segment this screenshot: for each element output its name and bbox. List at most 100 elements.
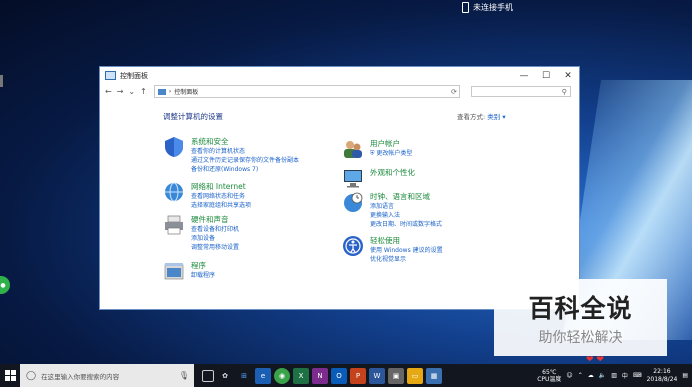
category-ease-of-access: 轻松使用 使用 Windows 建议的设置 优化视觉显示 (342, 235, 443, 264)
chevron-down-icon[interactable]: ⌄ (128, 87, 135, 96)
microphone-icon[interactable]: 🎙 (179, 371, 189, 380)
view-by-dropdown[interactable]: 类别 ▾ (487, 113, 505, 121)
category-programs: 程序 卸载程序 (163, 260, 215, 282)
decorative-hearts: ❤ ❤ (586, 355, 604, 365)
category-link[interactable]: 查看你的计算机状态 (191, 147, 299, 156)
category-link[interactable]: 使用 Windows 建议的设置 (370, 246, 443, 255)
watermark: 百科全说 助你轻松解决 (494, 279, 667, 356)
volume-icon[interactable]: 🔈 (599, 372, 606, 379)
title-bar: 控制面板 — ☐ ✕ (100, 67, 579, 84)
refresh-icon[interactable]: ⟳ (451, 88, 459, 96)
category-link[interactable]: 调整常用移动设置 (191, 243, 239, 252)
category-link[interactable]: 添加语言 (370, 202, 442, 211)
category-link[interactable]: 更改日期、时间或数字格式 (370, 220, 442, 229)
category-title[interactable]: 用户帐户 (370, 138, 412, 149)
clock-time: 22:16 (653, 367, 671, 375)
category-link[interactable]: 更换输入法 (370, 211, 442, 220)
powerpoint-icon[interactable]: P (350, 367, 366, 384)
breadcrumb[interactable]: 控制面板 (174, 87, 198, 96)
category-title[interactable]: 硬件和声音 (191, 214, 239, 225)
category-title[interactable]: 系统和安全 (191, 136, 299, 147)
notification-icon[interactable]: ▤ (682, 372, 688, 379)
file-explorer-icon[interactable]: ▭ (407, 367, 423, 384)
category-link[interactable]: 选择家庭组和共享选项 (191, 201, 251, 210)
taskbar-search-input[interactable]: ◯ 在这里输入你要搜索的内容 🎙 (20, 364, 194, 387)
cloud-icon[interactable]: ☁ (588, 372, 594, 379)
outlook-icon[interactable]: O (331, 367, 347, 384)
control-panel-window: 控制面板 — ☐ ✕ ← → ⌄ ↑ › 控制面板 ⟳ ⚲ 调整计算机的设置 查… (99, 66, 580, 310)
ime-indicator[interactable]: 中 (622, 371, 628, 380)
word-icon[interactable]: W (369, 367, 385, 384)
windows-app-icon[interactable]: ⊞ (236, 368, 252, 384)
edge-handle[interactable] (0, 75, 3, 87)
maximize-button[interactable]: ☐ (535, 71, 557, 81)
category-link[interactable]: 查看设备和打印机 (191, 225, 239, 234)
cpu-temp-label: CPU温度 (537, 375, 562, 383)
taskbar-search-placeholder: 在这里输入你要搜索的内容 (41, 372, 120, 381)
control-panel-taskbar-icon[interactable]: ▦ (426, 367, 442, 384)
keyboard-icon[interactable]: ⌨ (633, 372, 642, 379)
side-widget[interactable]: ● (0, 276, 10, 294)
folder-icon (157, 88, 166, 95)
edge-icon[interactable]: e (255, 367, 271, 384)
taskbar: ◯ 在这里输入你要搜索的内容 🎙 ✿ ⊞ e ◉ X N O P W ▣ ▭ ▦… (0, 364, 692, 387)
window-title: 控制面板 (120, 71, 148, 80)
category-title[interactable]: 程序 (191, 260, 215, 271)
phone-status-text: 未连接手机 (473, 2, 513, 12)
globe-clock-icon (344, 192, 363, 212)
users-icon (344, 141, 362, 158)
page-title: 调整计算机的设置 (163, 112, 223, 121)
network-icon (165, 182, 183, 202)
cpu-temp[interactable]: 65℃ CPU温度 (537, 369, 561, 383)
clock[interactable]: 22:16 2018/8/24 (647, 368, 678, 384)
excel-icon[interactable]: X (293, 367, 309, 384)
category-link[interactable]: 卸载程序 (191, 271, 215, 280)
start-button[interactable] (0, 364, 20, 387)
clock-date: 2018/8/24 (646, 375, 678, 383)
category-clock-language: 时钟、语言和区域 添加语言 更换输入法 更改日期、时间或数字格式 (342, 191, 442, 229)
accessibility-icon (343, 236, 363, 256)
person-icon[interactable]: ☺ (566, 372, 572, 379)
programs-icon (164, 263, 184, 280)
category-link[interactable]: ⛨ 更改帐户类型 (370, 149, 412, 158)
category-title[interactable]: 网络和 Internet (191, 181, 251, 192)
search-icon[interactable]: ⚲ (562, 88, 567, 96)
category-link[interactable]: 通过文件历史记录保存你的文件备份副本 (191, 156, 299, 165)
category-user-accounts: 用户帐户 ⛨ 更改帐户类型 (342, 138, 412, 160)
address-bar[interactable]: › 控制面板 ⟳ (153, 85, 460, 98)
search-icon: ◯ (26, 370, 37, 381)
category-hardware-sound: 硬件和声音 查看设备和打印机 添加设备 调整常用移动设置 (163, 214, 239, 252)
breadcrumb-separator-icon: › (168, 88, 172, 95)
green-app-icon[interactable]: ◉ (274, 367, 290, 384)
onenote-icon[interactable]: N (312, 367, 328, 384)
category-title[interactable]: 轻松使用 (370, 235, 443, 246)
search-input[interactable]: ⚲ (470, 86, 571, 97)
photos-icon[interactable]: ▣ (388, 367, 404, 384)
shield-icon (165, 137, 183, 157)
category-system-security: 系统和安全 查看你的计算机状态 通过文件历史记录保存你的文件备份副本 备份和还原… (163, 136, 299, 174)
close-button[interactable]: ✕ (557, 71, 579, 81)
watermark-title: 百科全说 (528, 293, 633, 323)
task-view-icon[interactable] (202, 369, 214, 382)
printer-icon (165, 215, 183, 235)
view-by-label: 查看方式: (457, 113, 486, 121)
control-panel-icon (105, 71, 116, 80)
monitor-icon (344, 170, 362, 188)
category-link[interactable]: 优化视觉显示 (370, 255, 443, 264)
category-link[interactable]: 备份和还原(Windows 7) (191, 165, 299, 174)
forward-button[interactable]: → (117, 87, 124, 96)
phone-icon (462, 1, 469, 13)
category-title[interactable]: 时钟、语言和区域 (370, 191, 442, 202)
view-by: 查看方式: 类别 ▾ (457, 111, 506, 121)
fan-app-icon[interactable]: ✿ (217, 368, 233, 384)
category-link[interactable]: 添加设备 (191, 234, 239, 243)
back-button[interactable]: ← (105, 87, 112, 96)
network-tray-icon[interactable]: ▥ (611, 372, 617, 379)
category-title[interactable]: 外观和个性化 (370, 167, 415, 178)
windows-logo-icon (4, 370, 16, 381)
system-tray: 65℃ CPU温度 ☺ ⌃ ☁ 🔈 ▥ 中 ⌨ 22:16 2018/8/24 … (537, 368, 692, 384)
category-link[interactable]: 查看网络状态和任务 (191, 192, 251, 201)
up-button[interactable]: ↑ (140, 87, 147, 96)
minimize-button[interactable]: — (513, 71, 535, 81)
show-hidden-icon[interactable]: ⌃ (578, 372, 583, 379)
